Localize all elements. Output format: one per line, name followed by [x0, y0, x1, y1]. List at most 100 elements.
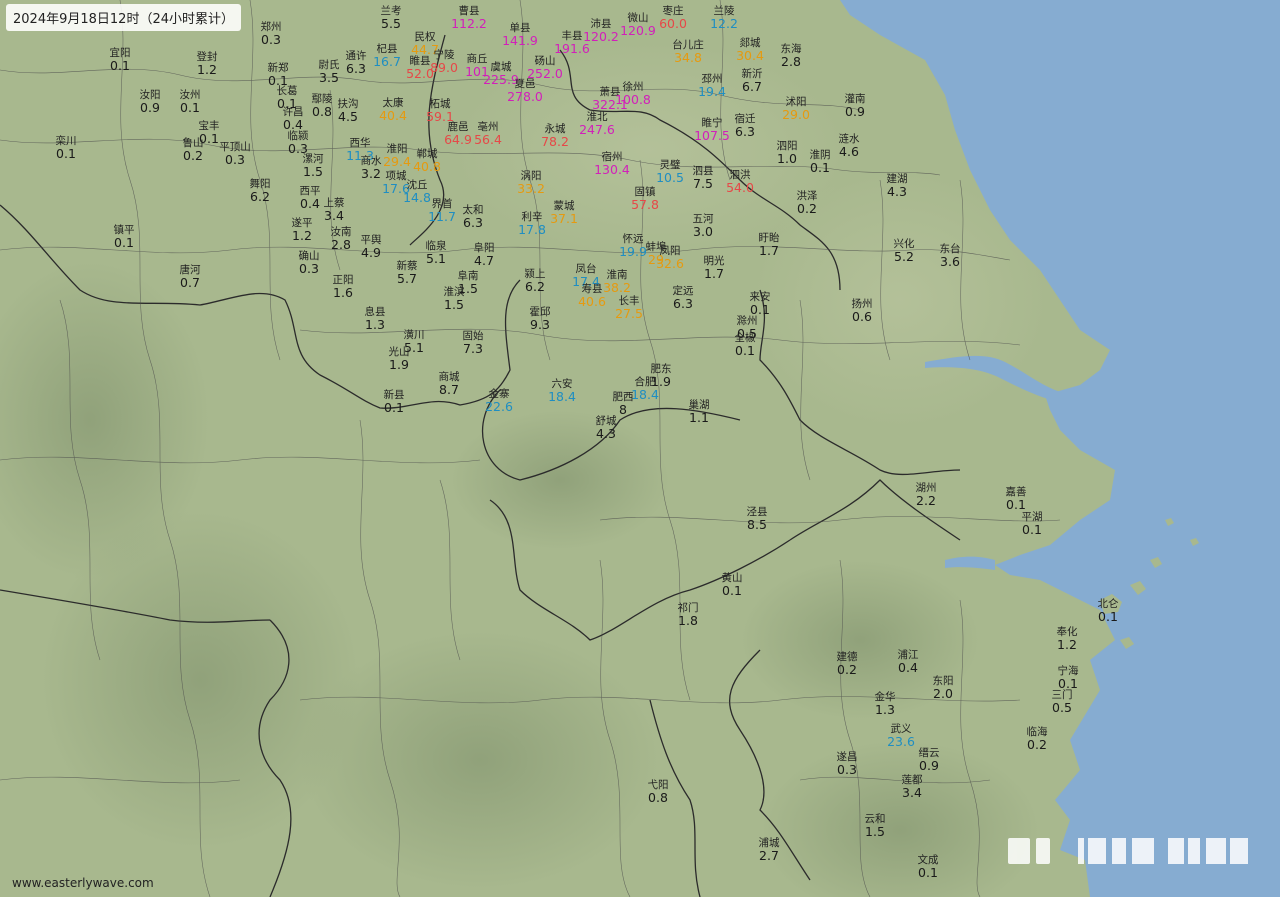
- station-label: 郸城 40.8: [413, 149, 441, 173]
- station-name: 鄢陵: [311, 93, 333, 105]
- station-name: 泗县: [692, 165, 714, 177]
- station-value: 0.3: [225, 151, 245, 167]
- station-name: 泗洪: [729, 169, 751, 181]
- station-value: 4.5: [338, 108, 358, 124]
- station-name: 东台: [939, 243, 961, 255]
- station-value: 89.0: [430, 59, 458, 75]
- station-name: 阜南: [457, 270, 479, 282]
- station-name: 正阳: [332, 274, 354, 286]
- station-value: 0.9: [919, 757, 939, 773]
- station-label: 浦城 2.7: [759, 838, 780, 862]
- station-value: 0.1: [918, 864, 938, 880]
- station-name: 扬州: [851, 298, 873, 310]
- station-label: 灵璧 10.5: [656, 160, 684, 184]
- station-name: 界首: [431, 198, 453, 210]
- station-name: 汝州: [179, 89, 201, 101]
- station-label: 漯河 1.5: [303, 154, 324, 178]
- station-name: 平湖: [1021, 511, 1043, 523]
- station-name: 郑州: [260, 21, 282, 33]
- station-name: 睢宁: [701, 117, 723, 129]
- station-name: 台儿庄: [672, 39, 704, 51]
- station-value: 0.2: [837, 661, 857, 677]
- station-name: 光山: [388, 346, 410, 358]
- station-label: 沭阳 29.0: [782, 97, 810, 121]
- station-value: 4.6: [839, 143, 859, 159]
- station-value: 278.0: [507, 88, 543, 104]
- station-label: 淮北 247.6: [579, 112, 615, 136]
- station-name: 淮阳: [386, 143, 408, 155]
- station-name: 北仑: [1097, 598, 1119, 610]
- station-name: 嘉善: [1005, 486, 1027, 498]
- station-label: 舞阳 6.2: [250, 179, 271, 203]
- station-name: 涡阳: [520, 170, 542, 182]
- watermark-bars: [1008, 838, 1248, 864]
- station-name: 兰考: [380, 5, 402, 17]
- station-name: 杞县: [376, 43, 398, 55]
- station-value: 56.4: [474, 131, 502, 147]
- station-value: 4.9: [361, 244, 381, 260]
- station-name: 唐河: [179, 264, 201, 276]
- station-label: 浦江 0.4: [898, 650, 919, 674]
- station-name: 鲁山: [182, 137, 204, 149]
- station-value: 3.4: [324, 207, 344, 223]
- station-value: 0.1: [722, 582, 742, 598]
- station-value: 247.6: [579, 121, 615, 137]
- station-label: 三门 0.5: [1052, 690, 1073, 714]
- station-name: 徐州: [622, 81, 644, 93]
- station-value: 60.0: [659, 15, 687, 31]
- station-label: 定远 6.3: [673, 286, 694, 310]
- station-name: 颍上: [524, 268, 546, 280]
- station-label: 平舆 4.9: [361, 235, 382, 259]
- station-value: 1.7: [704, 265, 724, 281]
- station-label: 巢湖 1.1: [689, 400, 710, 424]
- station-name: 金寨: [488, 388, 510, 400]
- station-label: 平湖 0.1: [1022, 512, 1043, 536]
- station-name: 明光: [703, 255, 725, 267]
- station-name: 登封: [196, 51, 218, 63]
- station-label: 亳州 56.4: [474, 122, 502, 146]
- station-value: 0.3: [299, 260, 319, 276]
- station-value: 1.0: [777, 150, 797, 166]
- station-label: 东海 2.8: [781, 44, 802, 68]
- station-name: 太和: [462, 204, 484, 216]
- station-name: 新沂: [741, 68, 763, 80]
- station-value: 2.0: [933, 685, 953, 701]
- station-name: 郯城: [739, 37, 761, 49]
- station-label: 永城 78.2: [541, 124, 569, 148]
- station-value: 3.5: [319, 69, 339, 85]
- station-value: 0.1: [56, 145, 76, 161]
- station-name: 临海: [1026, 726, 1048, 738]
- station-label: 太康 40.4: [379, 98, 407, 122]
- station-label: 固始 7.3: [463, 331, 484, 355]
- station-value: 1.2: [292, 227, 312, 243]
- station-name: 淮滨: [443, 286, 465, 298]
- station-value: 0.8: [312, 103, 332, 119]
- station-label: 扶沟 4.5: [338, 99, 359, 123]
- station-label: 怀远 19.9: [619, 234, 647, 258]
- station-name: 永城: [544, 123, 566, 135]
- station-label: 金寨 22.6: [485, 389, 513, 413]
- station-label: 泗阳 1.0: [777, 141, 798, 165]
- station-label: 界首 11.7: [428, 199, 456, 223]
- station-value: 0.8: [648, 789, 668, 805]
- station-name: 阜阳: [473, 242, 495, 254]
- station-label: 汝阳 0.9: [140, 90, 161, 114]
- station-label: 蒙城 37.1: [550, 201, 578, 225]
- station-name: 合肥: [634, 376, 656, 388]
- station-name: 灵璧: [659, 159, 681, 171]
- station-label: 临海 0.2: [1027, 727, 1048, 751]
- station-value: 40.4: [379, 107, 407, 123]
- station-value: 1.2: [1057, 636, 1077, 652]
- station-value: 6.3: [346, 60, 366, 76]
- station-label: 嘉善 0.1: [1006, 487, 1027, 511]
- station-value: 0.4: [300, 195, 320, 211]
- station-label: 长丰 27.5: [615, 296, 643, 320]
- station-name: 金华: [874, 691, 896, 703]
- station-name: 宿州: [601, 151, 623, 163]
- station-label: 许昌 0.4: [283, 107, 304, 131]
- station-label: 郑州 0.3: [261, 22, 282, 46]
- station-label: 霍邱 9.3: [530, 307, 551, 331]
- station-label: 泗县 7.5: [693, 166, 714, 190]
- station-name: 淮阴: [809, 149, 831, 161]
- station-name: 建湖: [886, 173, 908, 185]
